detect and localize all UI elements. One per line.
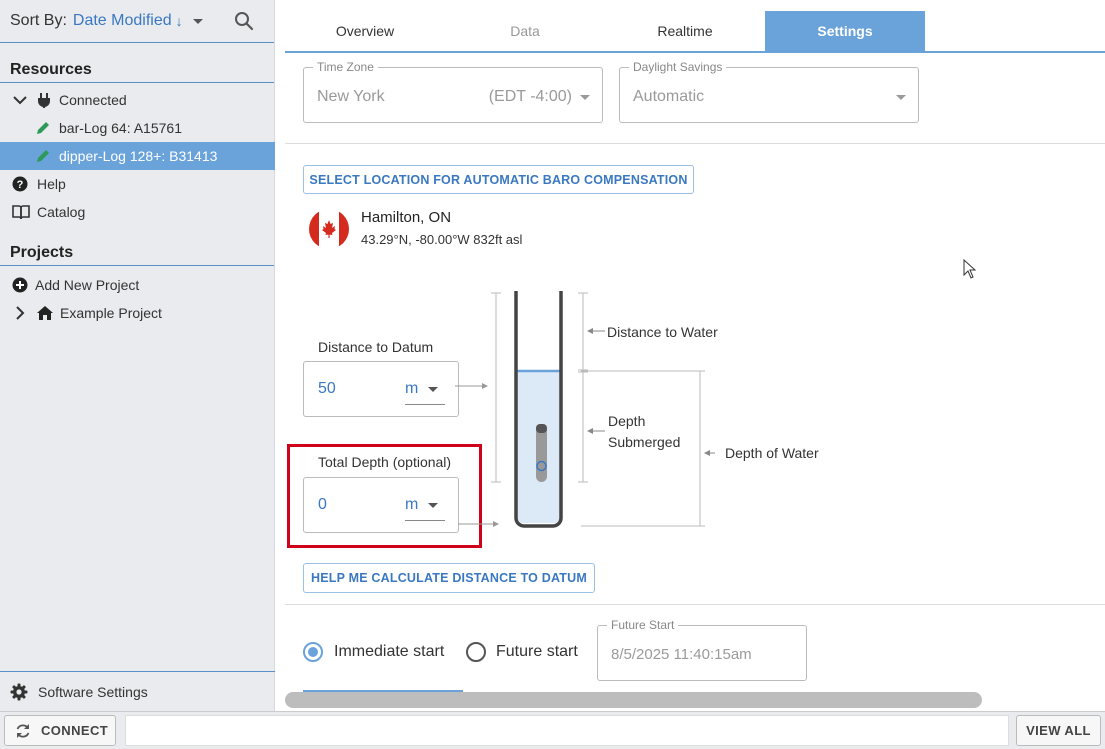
software-settings-button[interactable]: Software Settings	[0, 671, 275, 711]
connect-label: CONNECT	[41, 723, 109, 738]
sidebar-item-label: Add New Project	[35, 277, 140, 293]
canada-flag-icon	[309, 209, 349, 249]
chevron-down-icon[interactable]	[428, 387, 438, 392]
sort-label: Sort By:	[10, 12, 67, 29]
connect-button[interactable]: CONNECT	[4, 715, 116, 746]
unit-underline	[405, 404, 445, 405]
tab-overview[interactable]: Overview	[285, 11, 445, 51]
sidebar-item-catalog[interactable]: Catalog	[0, 198, 274, 226]
timezone-legend: Time Zone	[313, 60, 378, 74]
divider	[285, 143, 1105, 144]
timezone-select[interactable]: Time Zone New York (EDT -4:00)	[303, 60, 603, 123]
tab-realtime[interactable]: Realtime	[605, 11, 765, 51]
sidebar-item-add-project[interactable]: Add New Project	[0, 271, 274, 299]
chevron-down-icon	[896, 95, 906, 100]
sidebar-item-device-selected[interactable]: dipper-Log 128+: B31413	[0, 142, 284, 170]
software-settings-label: Software Settings	[38, 683, 148, 700]
daylight-value: Automatic	[633, 88, 705, 105]
status-bar-field	[125, 715, 1009, 746]
search-icon[interactable]	[234, 11, 254, 31]
daylight-legend: Daylight Savings	[629, 60, 727, 74]
future-start-radio[interactable]	[466, 642, 486, 662]
total-depth-field[interactable]: 0 m	[303, 477, 459, 533]
distance-to-datum-field[interactable]: 50 m	[303, 361, 459, 417]
sidebar-item-label: Example Project	[60, 305, 162, 321]
chevron-right-icon[interactable]	[12, 305, 28, 321]
sidebar: Sort By: Date Modified ↓ Resources Conne…	[0, 0, 275, 711]
bottom-bar: CONNECT VIEW ALL	[0, 711, 1105, 749]
timezone-value: New York	[317, 88, 385, 105]
sidebar-item-label: Help	[37, 176, 66, 192]
horizontal-scrollbar[interactable]	[285, 692, 982, 708]
future-start-value: 8/5/2025 11:40:15am	[611, 646, 752, 663]
sidebar-item-label: Connected	[59, 92, 127, 108]
sort-direction-icon[interactable]: ↓	[176, 13, 183, 29]
add-circle-icon	[12, 277, 28, 293]
divider	[285, 604, 1105, 605]
sidebar-item-help[interactable]: ? Help	[0, 170, 274, 198]
pencil-icon	[35, 148, 51, 164]
sidebar-item-connected[interactable]: Connected	[0, 86, 274, 114]
help-calculate-datum-button[interactable]: HELP ME CALCULATE DISTANCE TO DATUM	[303, 563, 595, 593]
home-icon	[37, 306, 53, 320]
chevron-down-icon[interactable]	[428, 503, 438, 508]
total-depth-label: Total Depth (optional)	[318, 454, 452, 470]
sidebar-item-label: dipper-Log 128+: B31413	[59, 148, 218, 164]
sidebar-item-example-project[interactable]: Example Project	[0, 299, 274, 327]
help-icon: ?	[12, 176, 28, 192]
select-baro-location-button[interactable]: SELECT LOCATION FOR AUTOMATIC BARO COMPE…	[303, 165, 694, 194]
sidebar-item-device[interactable]: bar-Log 64: A15761	[0, 114, 274, 142]
chevron-down-icon	[580, 95, 590, 100]
depth-of-water-label: Depth of Water	[725, 445, 819, 461]
sidebar-item-label: bar-Log 64: A15761	[59, 120, 182, 136]
pencil-icon	[37, 122, 49, 134]
sidebar-item-label: Catalog	[37, 204, 86, 220]
location-coordinates: 43.29°N, -80.00°W 832ft asl	[361, 232, 523, 247]
projects-heading: Projects	[0, 240, 274, 266]
svg-text:?: ?	[17, 179, 24, 191]
daylight-savings-select[interactable]: Daylight Savings Automatic	[619, 60, 919, 123]
future-start-legend: Future Start	[607, 618, 679, 632]
location-name: Hamilton, ON	[361, 209, 452, 226]
plug-icon	[38, 93, 50, 108]
tab-settings[interactable]: Settings	[765, 11, 925, 51]
timezone-offset: (EDT -4:00)	[488, 88, 572, 105]
total-depth-unit-select[interactable]: m	[405, 496, 418, 514]
unit-underline	[405, 520, 445, 521]
distance-unit-select[interactable]: m	[405, 380, 418, 398]
book-icon	[12, 205, 30, 220]
tab-bar: Overview Data Realtime Settings	[285, 11, 1105, 53]
chevron-down-icon[interactable]	[12, 92, 28, 108]
future-start-label[interactable]: Future start	[496, 643, 578, 661]
immediate-start-label[interactable]: Immediate start	[334, 643, 444, 661]
total-depth-input[interactable]: 0	[318, 496, 327, 514]
tab-data: Data	[510, 23, 540, 39]
immediate-start-radio[interactable]	[303, 642, 323, 662]
distance-to-datum-input[interactable]: 50	[318, 380, 336, 398]
depth-submerged-label-line1: Depth	[608, 413, 646, 429]
distance-to-water-label: Distance to Water	[607, 324, 718, 340]
refresh-icon	[16, 723, 30, 738]
resources-heading: Resources	[0, 57, 274, 83]
mouse-cursor-icon	[963, 259, 977, 279]
main-panel: Overview Data Realtime Settings Time Zon…	[275, 0, 1105, 711]
distance-to-datum-label: Distance to Datum	[318, 339, 434, 355]
depth-submerged-label-line2: Submerged	[608, 434, 681, 450]
sort-dropdown-icon[interactable]	[192, 18, 203, 24]
sort-bar: Sort By: Date Modified ↓	[0, 0, 274, 43]
well-diagram	[455, 291, 715, 528]
gear-icon	[10, 683, 28, 700]
future-start-field[interactable]: Future Start 8/5/2025 11:40:15am	[597, 618, 807, 681]
sort-value[interactable]: Date Modified	[73, 12, 172, 30]
view-all-button[interactable]: VIEW ALL	[1016, 715, 1101, 746]
